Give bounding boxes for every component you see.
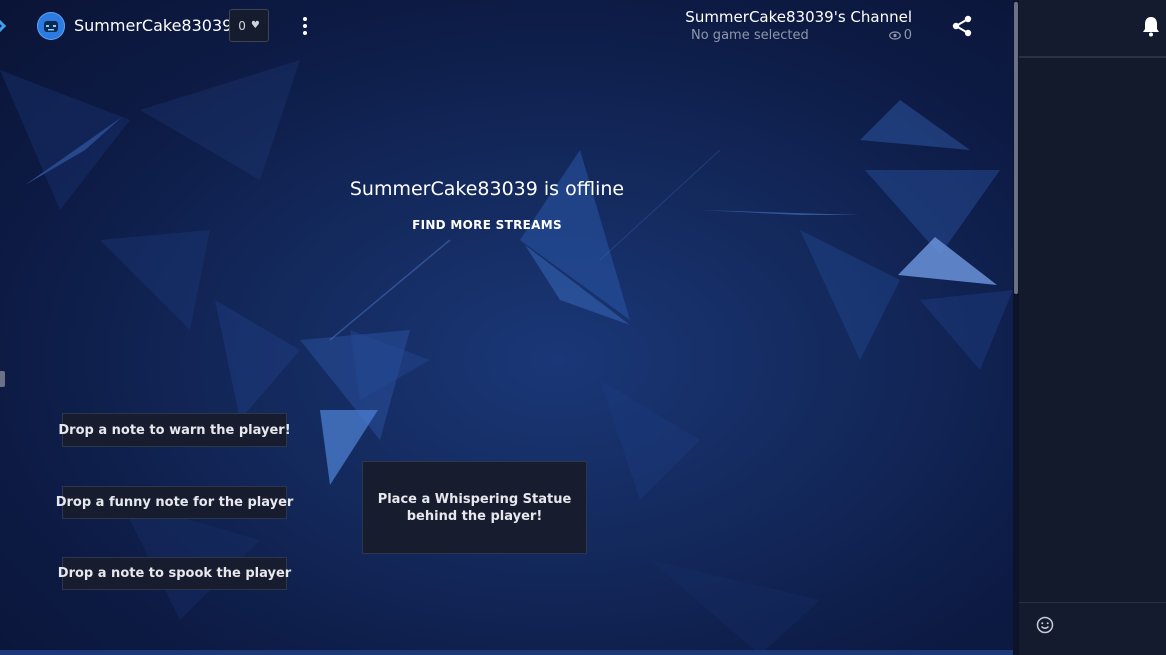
channel-title: SummerCake83039's Channel xyxy=(685,8,912,26)
follow-button[interactable]: 0 ♥ xyxy=(229,9,269,42)
stream-stage: SummerCake83039 0 ♥ SummerCake83039's Ch… xyxy=(0,0,1013,655)
channel-header: SummerCake83039 0 ♥ SummerCake83039's Ch… xyxy=(0,0,1013,52)
drop-warn-note-button[interactable]: Drop a note to warn the player! xyxy=(58,413,291,447)
game-status: No game selected xyxy=(691,28,809,43)
find-more-streams-link[interactable]: FIND MORE STREAMS xyxy=(0,218,974,232)
robot-avatar-icon[interactable] xyxy=(37,12,65,40)
offline-message: SummerCake83039 is offline xyxy=(349,178,625,200)
scrollbar-thumb[interactable] xyxy=(1014,2,1018,294)
streamer-name[interactable]: SummerCake83039 xyxy=(74,16,232,35)
chat-header xyxy=(1019,0,1166,58)
kebab-menu-icon[interactable] xyxy=(296,14,314,38)
app-root: SummerCake83039 0 ♥ SummerCake83039's Ch… xyxy=(0,0,1166,655)
chat-panel xyxy=(1019,0,1166,655)
eye-icon xyxy=(888,31,901,40)
viewer-count-display: 0 xyxy=(888,28,912,43)
side-panel-toggle[interactable] xyxy=(0,371,5,387)
chat-messages xyxy=(1019,58,1166,602)
follow-count: 0 xyxy=(238,18,246,33)
chat-input-area[interactable] xyxy=(1019,602,1166,655)
chevron-logo-icon[interactable] xyxy=(0,14,6,38)
stage-bottom-bar xyxy=(0,650,1013,655)
share-icon[interactable] xyxy=(950,14,974,38)
drop-funny-note-button[interactable]: Drop a funny note for the player xyxy=(56,486,293,519)
drop-spook-note-button[interactable]: Drop a note to spook the player xyxy=(58,557,291,590)
bell-icon[interactable] xyxy=(1141,15,1161,37)
place-whispering-statue-button[interactable]: Place a Whispering Statue behind the pla… xyxy=(362,461,587,554)
heart-icon: ♥ xyxy=(250,20,260,31)
smiley-icon[interactable] xyxy=(1035,615,1055,635)
viewer-count: 0 xyxy=(903,28,912,43)
